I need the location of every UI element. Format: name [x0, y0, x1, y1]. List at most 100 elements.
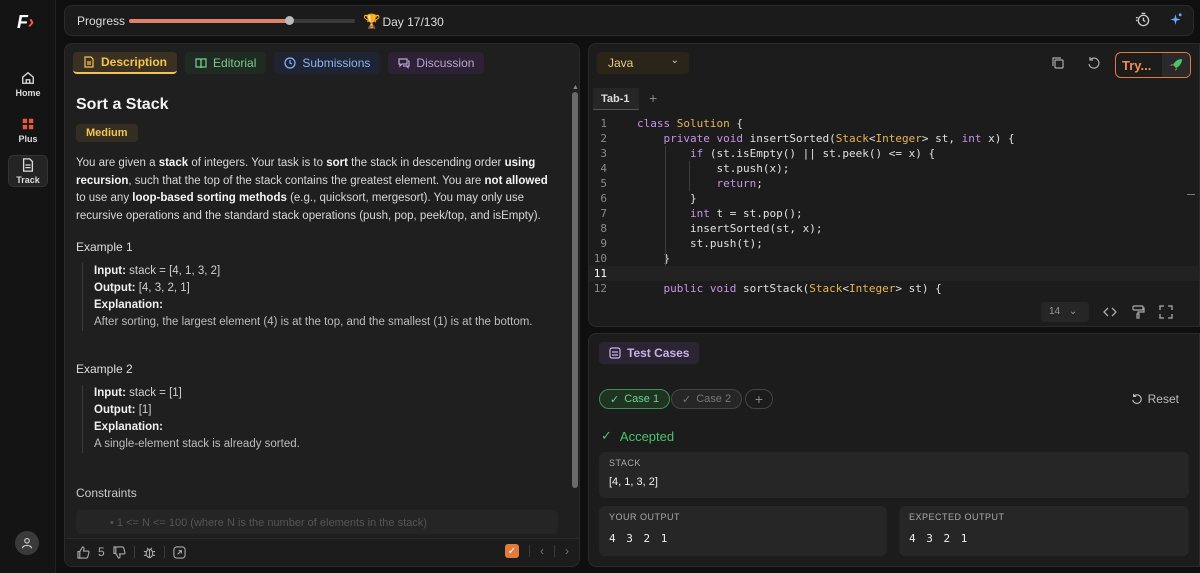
- code-line[interactable]: 3 if (st.isEmpty() || st.peek() <= x) {: [589, 146, 1199, 161]
- next-problem-icon[interactable]: ›: [565, 544, 569, 558]
- code-line[interactable]: 12 public void sortStack(Stack<Integer> …: [589, 281, 1199, 296]
- font-size-select[interactable]: 14 ⌄: [1041, 302, 1089, 322]
- indent-guide: [665, 146, 666, 266]
- language-select[interactable]: Java ⌄: [597, 52, 689, 74]
- test-icon: [609, 347, 621, 359]
- code-text: st.push(x);: [716, 162, 790, 175]
- solved-checkbox[interactable]: ✓: [505, 544, 519, 558]
- day-counter: 🏆 Day 17/130: [363, 13, 444, 30]
- case-2-tab[interactable]: ✓ Case 2: [671, 389, 743, 409]
- code-line[interactable]: 8 insertSorted(st, x);: [589, 221, 1199, 236]
- tab-discussion[interactable]: Discussion: [388, 52, 485, 74]
- code-line[interactable]: 4 st.push(x);: [589, 161, 1199, 176]
- code-line[interactable]: 5 return;: [589, 176, 1199, 191]
- user-avatar[interactable]: [15, 531, 39, 555]
- font-size-value: 14: [1049, 306, 1061, 317]
- fullscreen-icon[interactable]: [1159, 305, 1173, 319]
- result-status: ✓ Accepted: [601, 428, 674, 444]
- tab-submissions-label: Submissions: [302, 56, 371, 70]
- tab-description[interactable]: Description: [73, 52, 178, 74]
- add-tab-icon[interactable]: +: [649, 90, 657, 106]
- code-line[interactable]: 11: [589, 266, 1199, 281]
- line-number: 10: [593, 252, 607, 265]
- add-case-button[interactable]: +: [745, 389, 773, 409]
- line-number: 4: [600, 162, 607, 175]
- bug-icon[interactable]: [143, 546, 156, 559]
- sparkle-icon[interactable]: [1168, 12, 1183, 27]
- code-text: class Solution {: [637, 117, 743, 130]
- share-icon[interactable]: [173, 545, 186, 559]
- example-2-title: Example 2: [76, 362, 133, 376]
- footer-actions: 5: [77, 545, 186, 559]
- code-text: int t = st.pop();: [689, 207, 803, 220]
- paint-icon[interactable]: [1131, 305, 1145, 319]
- problem-body: Sort a Stack Medium You are given a stac…: [76, 96, 556, 453]
- rail-item-track[interactable]: Track: [8, 155, 48, 187]
- constraint-item: • 1 <= N <= 100 (where N is the number o…: [76, 510, 558, 534]
- prev-problem-icon[interactable]: ‹: [540, 544, 544, 558]
- reset-code-icon[interactable]: [1087, 56, 1101, 70]
- tab-editorial[interactable]: Editorial: [185, 52, 267, 74]
- code-line[interactable]: 2 private void insertSorted(Stack<Intege…: [589, 131, 1199, 146]
- your-output-value: 4 3 2 1: [609, 532, 670, 545]
- difficulty-badge: Medium: [76, 124, 138, 142]
- language-value: Java: [608, 56, 634, 70]
- description-scrollbar[interactable]: [572, 92, 578, 488]
- code-line[interactable]: 9 st.push(t);: [589, 236, 1199, 251]
- your-output-label: YOUR OUTPUT: [609, 512, 681, 522]
- reset-icon: [1131, 393, 1142, 404]
- case-1-tab[interactable]: ✓ Case 1: [599, 389, 671, 409]
- footer-separator: [133, 546, 135, 558]
- rail-item-home[interactable]: Home: [8, 66, 48, 102]
- line-number: 5: [600, 177, 607, 190]
- thumbs-down-icon[interactable]: [113, 545, 126, 559]
- app-root: F› Home Plus Track Progress 🏆 Day 17/130: [0, 0, 1200, 573]
- tab-editorial-label: Editorial: [213, 56, 257, 70]
- footer-separator-3: [529, 545, 530, 557]
- code-line[interactable]: 7 int t = st.pop();: [589, 206, 1199, 221]
- chat-icon: [398, 58, 411, 69]
- editor-scroll-marker: [1187, 194, 1195, 195]
- file-tab[interactable]: Tab-1: [593, 88, 639, 110]
- expected-output-label: EXPECTED OUTPUT: [909, 512, 1005, 522]
- problem-statement: You are given a stack of integers. Your …: [76, 157, 548, 222]
- stack-value[interactable]: [4, 1, 3, 2]: [609, 476, 658, 488]
- document-icon: [84, 56, 94, 68]
- track-icon: [22, 157, 34, 172]
- progress-label: Progress: [77, 14, 126, 28]
- try-button[interactable]: Try...: [1115, 52, 1191, 78]
- result-status-text: Accepted: [619, 428, 675, 444]
- line-number: 6: [600, 192, 607, 205]
- code-text: st.push(t);: [689, 237, 763, 250]
- app-logo[interactable]: F›: [17, 12, 39, 34]
- tab-test-cases[interactable]: Test Cases: [599, 342, 700, 364]
- code-text: if (st.isEmpty() || st.peek() <= x) {: [689, 147, 936, 160]
- day-text: Day 17/130: [382, 14, 444, 29]
- code-line[interactable]: 6 }: [589, 191, 1199, 206]
- code-area[interactable]: 1 class Solution {2 private void insertSo…: [589, 116, 1199, 296]
- code-text: private void insertSorted(Stack<Integer>…: [663, 132, 1015, 145]
- test-cases-panel: Test Cases ✓ Case 1 ✓ Case 2 + Reset ✓ Acc…: [588, 333, 1200, 567]
- reset-button[interactable]: Reset: [1131, 392, 1179, 406]
- clock-icon: [284, 57, 296, 69]
- chevron-down-icon: ⌄: [670, 55, 679, 66]
- example-2: Input: stack = [1] Output: [1] Explanati…: [82, 385, 556, 453]
- copy-icon[interactable]: [1051, 56, 1065, 70]
- rail-label-plus: Plus: [18, 133, 38, 144]
- thumbs-up-icon[interactable]: [77, 545, 90, 559]
- tab-submissions[interactable]: Submissions: [274, 52, 381, 74]
- footer-separator-2: [163, 546, 165, 558]
- code-line[interactable]: 1 class Solution {: [589, 116, 1199, 131]
- problem-title: Sort a Stack: [76, 96, 169, 113]
- rail-item-plus[interactable]: Plus: [8, 112, 48, 148]
- code-text: return;: [716, 177, 763, 190]
- code-line[interactable]: 10 }: [589, 251, 1199, 266]
- scroll-up-icon[interactable]: ▲: [572, 84, 579, 91]
- line-number: 7: [600, 207, 607, 220]
- progress-knob[interactable]: [285, 16, 295, 25]
- line-number: 11: [593, 267, 607, 280]
- left-rail: F› Home Plus Track: [0, 0, 56, 573]
- timer-icon[interactable]: [1135, 12, 1150, 27]
- code-format-icon[interactable]: [1103, 305, 1117, 319]
- indent-guide: [689, 161, 690, 191]
